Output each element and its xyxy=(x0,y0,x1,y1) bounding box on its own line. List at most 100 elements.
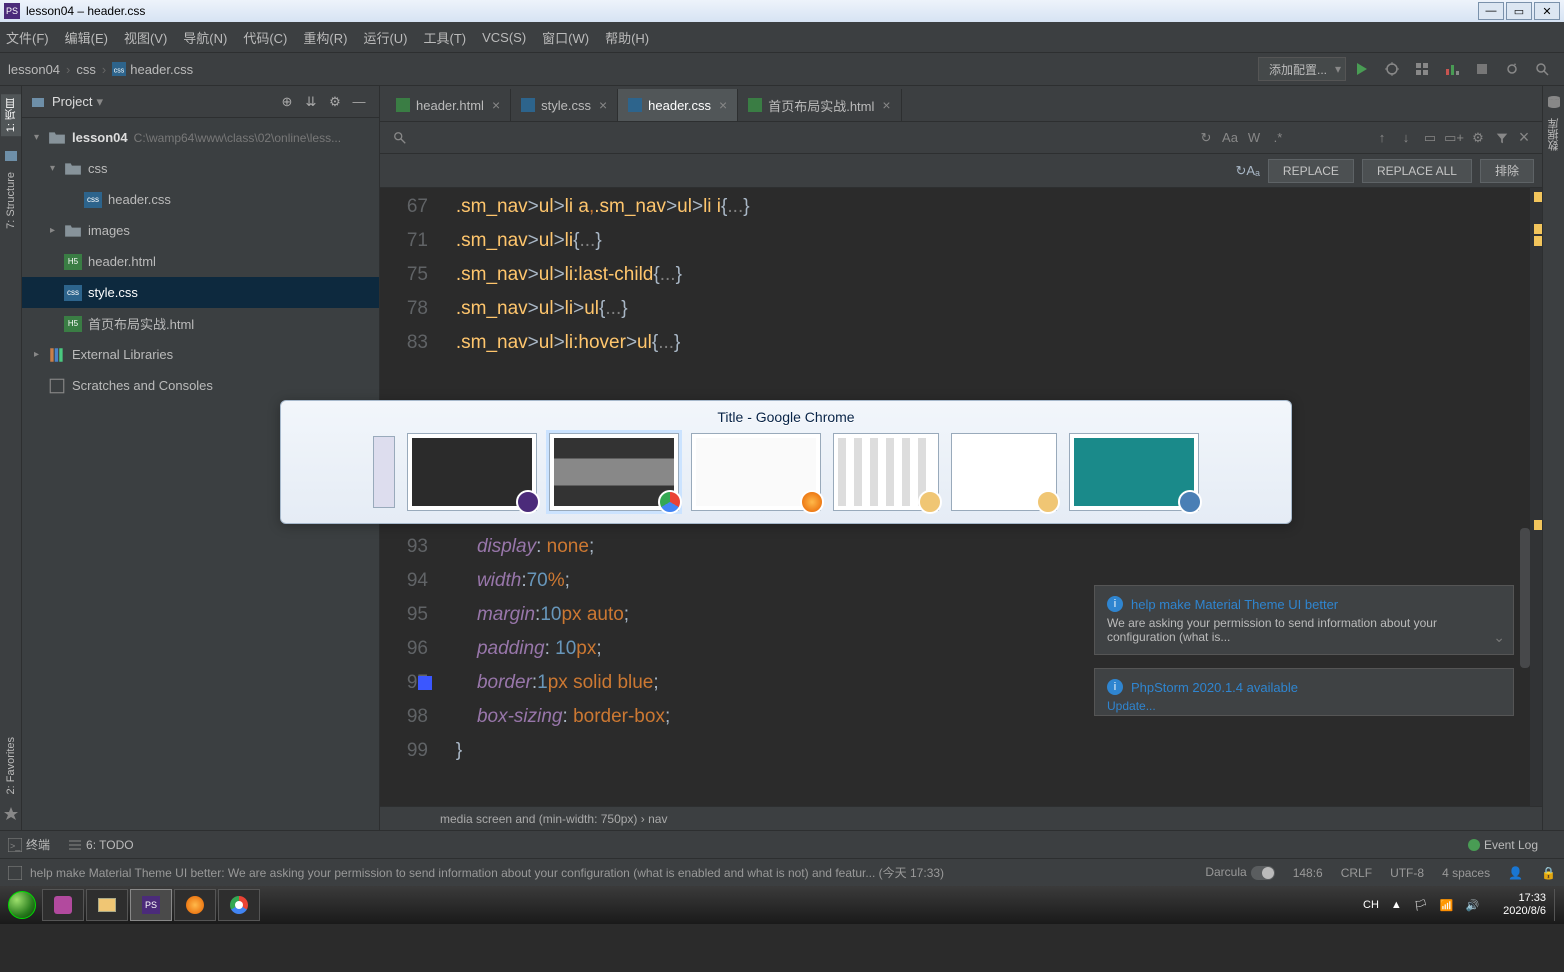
tree-node-root[interactable]: ▾ lesson04 C:\wamp64\www\class\02\online… xyxy=(22,122,379,153)
debug-button[interactable] xyxy=(1378,55,1406,83)
warning-marker[interactable] xyxy=(1534,520,1542,530)
theme-toggle[interactable] xyxy=(1251,866,1275,880)
hide-panel-icon[interactable]: — xyxy=(347,94,371,109)
replace-button[interactable]: REPLACE xyxy=(1268,159,1354,183)
search-icon[interactable] xyxy=(388,131,412,145)
alt-tab-thumb-3[interactable] xyxy=(691,433,821,511)
history-icon[interactable]: ↻ xyxy=(1235,163,1246,179)
color-swatch-icon[interactable] xyxy=(418,676,432,690)
menu-help[interactable]: 帮助(H) xyxy=(605,28,649,47)
project-toolwindow-tab[interactable]: 1: 项目 xyxy=(1,94,21,136)
database-toolwindow-tab[interactable]: 数据库 xyxy=(1546,118,1562,151)
coverage-button[interactable] xyxy=(1408,55,1436,83)
tree-node-shipin-html[interactable]: H5 首页布局实战.html xyxy=(22,308,379,339)
ime-indicator[interactable]: CH xyxy=(1363,899,1379,911)
event-log-tab[interactable]: Event Log xyxy=(1468,838,1538,852)
show-desktop-button[interactable] xyxy=(1554,889,1562,921)
history-icon[interactable]: ↻ xyxy=(1194,130,1218,146)
search-everywhere-button[interactable] xyxy=(1528,55,1556,83)
replace-input[interactable] xyxy=(388,163,1235,178)
tree-node-style-css[interactable]: css style.css xyxy=(22,277,379,308)
close-icon[interactable]: × xyxy=(492,97,500,113)
tab-header-html[interactable]: header.html× xyxy=(386,89,511,121)
favorites-toolwindow-tab[interactable]: 2: Favorites xyxy=(5,737,17,794)
tab-header-css[interactable]: header.css× xyxy=(618,89,738,121)
alt-tab-thumb-5[interactable] xyxy=(951,433,1057,511)
terminal-toolwindow-tab[interactable]: >_终端 xyxy=(8,836,50,853)
taskbar-explorer[interactable] xyxy=(86,889,128,921)
notification-update[interactable]: iPhpStorm 2020.1.4 available Update... xyxy=(1094,668,1514,716)
menu-tools[interactable]: 工具(T) xyxy=(423,28,466,47)
select-all-icon[interactable]: ▭ xyxy=(1418,130,1442,146)
menu-navigate[interactable]: 导航(N) xyxy=(183,28,227,47)
taskbar-firefox[interactable] xyxy=(174,889,216,921)
match-case-icon[interactable]: Aa xyxy=(1218,130,1242,145)
words-icon[interactable]: W xyxy=(1242,130,1266,145)
lock-icon[interactable]: 🔒 xyxy=(1541,866,1556,880)
breadcrumb-css[interactable]: css xyxy=(76,62,96,77)
menu-window[interactable]: 窗口(W) xyxy=(542,28,589,47)
settings-icon[interactable]: ⚙ xyxy=(323,94,347,110)
encoding[interactable]: UTF-8 xyxy=(1390,866,1424,880)
add-selection-icon[interactable]: ▭+ xyxy=(1442,130,1466,146)
chevron-down-icon[interactable]: ▾ xyxy=(50,163,64,174)
menu-vcs[interactable]: VCS(S) xyxy=(482,30,526,45)
update-link[interactable]: Update... xyxy=(1107,699,1501,713)
chevron-down-icon[interactable]: ▾ xyxy=(96,94,103,110)
profile-button[interactable] xyxy=(1438,55,1466,83)
network-icon[interactable]: 📶 xyxy=(1440,899,1454,912)
preserve-case-icon[interactable]: Aₐ xyxy=(1246,163,1260,178)
regex-icon[interactable]: .* xyxy=(1266,130,1290,145)
minimize-button[interactable]: — xyxy=(1478,2,1504,20)
alt-tab-switcher[interactable]: Title - Google Chrome xyxy=(280,400,1292,524)
menu-edit[interactable]: 编辑(E) xyxy=(65,28,108,47)
close-button[interactable]: ✕ xyxy=(1534,2,1560,20)
alt-tab-thumb-6[interactable] xyxy=(1069,433,1199,511)
breadcrumb-root[interactable]: lesson04 xyxy=(8,62,60,77)
taskbar-app-1[interactable] xyxy=(42,889,84,921)
editor-breadcrumbs[interactable]: media screen and (min-width: 750px) › na… xyxy=(380,806,1542,830)
menu-run[interactable]: 运行(U) xyxy=(363,28,407,47)
settings-icon[interactable]: ⚙ xyxy=(1466,130,1490,146)
vertical-scrollbar[interactable] xyxy=(1520,528,1530,668)
close-icon[interactable]: × xyxy=(719,97,727,113)
tab-shipin-html[interactable]: 首页布局实战.html× xyxy=(738,89,901,121)
search-input[interactable] xyxy=(412,130,1194,145)
alt-tab-thumb-2[interactable] xyxy=(549,433,679,511)
run-button[interactable] xyxy=(1348,55,1376,83)
close-icon[interactable]: × xyxy=(882,97,890,113)
tree-node-scratches[interactable]: Scratches and Consoles xyxy=(22,370,379,401)
taskbar-chrome[interactable] xyxy=(218,889,260,921)
prev-match-icon[interactable]: ↑ xyxy=(1370,130,1394,145)
alt-tab-thumb-1[interactable] xyxy=(407,433,537,511)
collapse-all-icon[interactable]: ⇊ xyxy=(299,94,323,110)
close-icon[interactable]: × xyxy=(599,97,607,113)
tab-style-css[interactable]: style.css× xyxy=(511,89,618,121)
tree-node-images[interactable]: ▸ images xyxy=(22,215,379,246)
replace-all-button[interactable]: REPLACE ALL xyxy=(1362,159,1472,183)
menu-code[interactable]: 代码(C) xyxy=(243,28,287,47)
indent-settings[interactable]: 4 spaces xyxy=(1442,866,1490,880)
tray-icon[interactable]: ▲ xyxy=(1391,899,1402,911)
warning-marker[interactable] xyxy=(1534,236,1542,246)
system-tray[interactable]: CH ▲ 🏳 📶 🔊 17:332020/8/6 xyxy=(1351,889,1562,921)
error-stripe[interactable] xyxy=(1530,188,1542,806)
tree-node-css[interactable]: ▾ css xyxy=(22,153,379,184)
run-config-combo[interactable]: 添加配置...▾ xyxy=(1258,57,1346,81)
structure-toolwindow-tab[interactable]: 7: Structure xyxy=(5,172,17,229)
exclude-button[interactable]: 排除 xyxy=(1480,159,1534,183)
locate-icon[interactable]: ⊕ xyxy=(275,94,299,110)
stop-button[interactable] xyxy=(1468,55,1496,83)
alt-tab-thumb-0[interactable] xyxy=(373,436,395,508)
chevron-down-icon[interactable]: ▾ xyxy=(34,132,48,143)
inspections-icon[interactable]: 👤 xyxy=(1508,866,1523,880)
update-button[interactable] xyxy=(1498,55,1526,83)
close-search-icon[interactable]: × xyxy=(1514,127,1534,148)
expand-icon[interactable]: ⌄ xyxy=(1493,629,1505,646)
volume-icon[interactable]: 🔊 xyxy=(1465,899,1479,912)
tree-node-header-html[interactable]: H5 header.html xyxy=(22,246,379,277)
chevron-right-icon[interactable]: ▸ xyxy=(34,349,48,360)
theme-indicator[interactable]: Darcula xyxy=(1205,865,1274,880)
menu-file[interactable]: 文件(F) xyxy=(6,28,49,47)
notification-material-theme[interactable]: ihelp make Material Theme UI better We a… xyxy=(1094,585,1514,655)
